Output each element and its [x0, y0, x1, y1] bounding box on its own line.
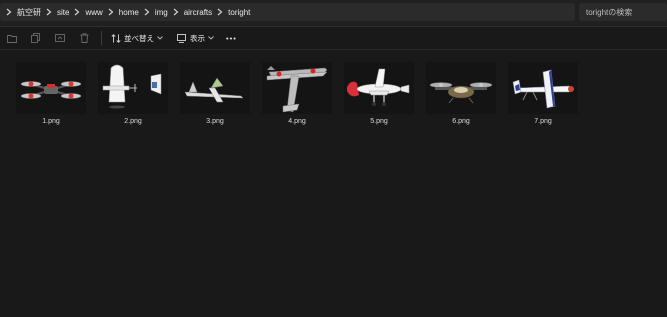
- breadcrumb-label: aircrafts: [183, 7, 213, 17]
- chevron-right-icon[interactable]: [215, 3, 225, 21]
- file-name: 5.png: [370, 118, 388, 125]
- breadcrumb-item[interactable]: home: [116, 3, 142, 21]
- title-bar: 航空研 site www home img aircrafts toright …: [0, 0, 667, 27]
- file-thumbnail: [426, 62, 496, 114]
- chevron-right-icon[interactable]: [142, 3, 152, 21]
- file-tile[interactable]: 4.png: [256, 62, 338, 125]
- chevron-right-icon[interactable]: [44, 3, 54, 21]
- new-folder-icon[interactable]: [0, 27, 24, 49]
- chevron-right-icon[interactable]: [72, 3, 82, 21]
- chevron-right-icon[interactable]: [171, 3, 181, 21]
- breadcrumb-item[interactable]: www: [82, 3, 105, 21]
- file-name: 2.png: [124, 118, 142, 125]
- chevron-down-icon: [208, 36, 214, 40]
- file-tile[interactable]: 1.png: [10, 62, 92, 125]
- file-tile[interactable]: 7.png: [502, 62, 584, 125]
- file-thumbnail: [98, 62, 168, 114]
- file-thumbnail: [16, 62, 86, 114]
- sort-icon: [111, 33, 121, 43]
- breadcrumb-item[interactable]: img: [152, 3, 171, 21]
- file-thumbnail: [180, 62, 250, 114]
- delete-icon[interactable]: [72, 27, 96, 49]
- breadcrumb-item[interactable]: aircrafts: [181, 3, 215, 21]
- address-bar[interactable]: 航空研 site www home img aircrafts toright: [0, 3, 575, 21]
- breadcrumb-label: home: [118, 7, 139, 17]
- file-name: 1.png: [42, 118, 60, 125]
- breadcrumb-label: site: [57, 7, 70, 17]
- copy-icon[interactable]: [24, 27, 48, 49]
- file-tile[interactable]: 3.png: [174, 62, 256, 125]
- breadcrumb-item[interactable]: site: [54, 3, 72, 21]
- more-icon: •••: [226, 33, 237, 43]
- file-tile[interactable]: 6.png: [420, 62, 502, 125]
- breadcrumb-item[interactable]: toright: [225, 3, 253, 21]
- file-name: 7.png: [534, 118, 552, 125]
- more-options-button[interactable]: •••: [222, 28, 241, 48]
- chevron-right-icon[interactable]: [106, 3, 116, 21]
- sort-button[interactable]: 並べ替え: [107, 28, 167, 48]
- view-icon: [177, 33, 186, 43]
- view-label: 表示: [190, 33, 205, 43]
- breadcrumb-label: 航空研: [17, 7, 41, 17]
- file-tile[interactable]: 5.png: [338, 62, 420, 125]
- file-thumbnail: [262, 62, 332, 114]
- file-name: 6.png: [452, 118, 470, 125]
- command-bar: 並べ替え 表示 •••: [0, 27, 667, 50]
- breadcrumb-label: www: [85, 7, 103, 17]
- file-name: 4.png: [288, 118, 306, 125]
- file-name: 3.png: [206, 118, 224, 125]
- view-button[interactable]: 表示: [173, 28, 218, 48]
- search-placeholder: torightの検索: [586, 7, 633, 17]
- breadcrumb-item[interactable]: 航空研: [14, 3, 44, 21]
- search-input[interactable]: torightの検索: [579, 3, 667, 21]
- file-tile[interactable]: 2.png: [92, 62, 174, 125]
- sort-label: 並べ替え: [124, 33, 154, 43]
- chevron-down-icon: [157, 36, 163, 40]
- breadcrumb-label: toright: [228, 7, 251, 17]
- file-grid: 1.png 2.png 3.png 4.png 5.png 6.png 7.pn…: [10, 62, 584, 125]
- file-thumbnail: [344, 62, 414, 114]
- file-thumbnail: [508, 62, 578, 114]
- chevron-right-icon[interactable]: [4, 3, 14, 21]
- toolbar-divider: [101, 31, 102, 45]
- breadcrumb-label: img: [154, 7, 168, 17]
- share-icon[interactable]: [48, 27, 72, 49]
